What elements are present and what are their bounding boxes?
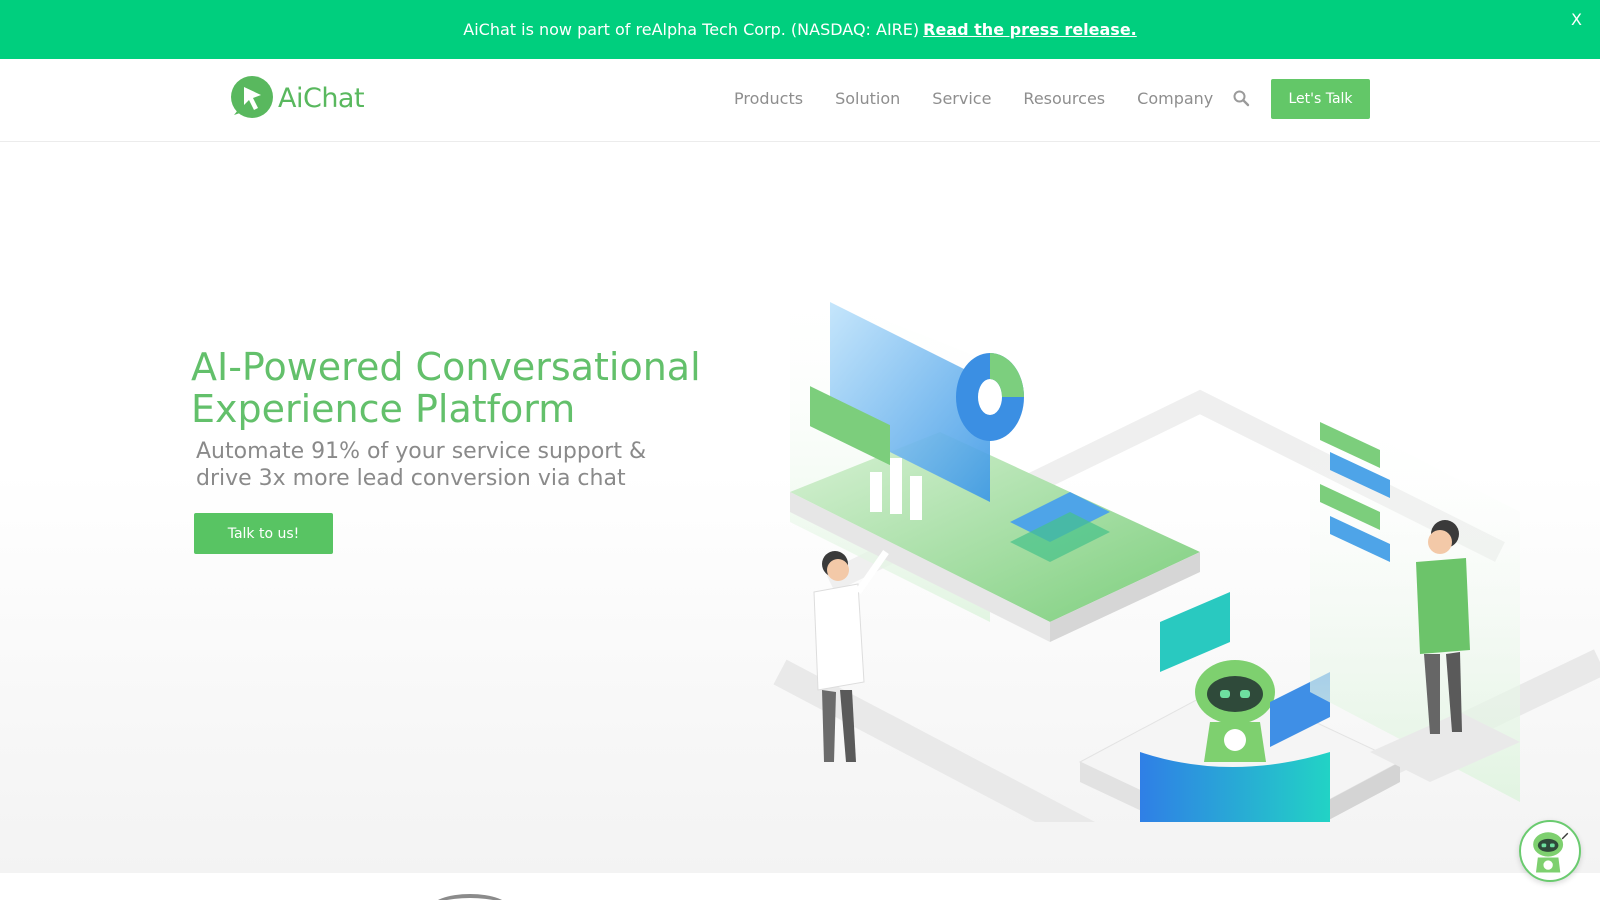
next-section [0,873,1600,900]
lets-talk-button[interactable]: Let's Talk [1271,79,1370,119]
hero-subtitle-line2: drive 3x more lead conversion via chat [196,466,626,491]
talk-to-us-button[interactable]: Talk to us! [194,513,333,554]
hero-title-line1: AI-Powered Conversational [191,345,701,389]
hero-title: AI-Powered Conversational Experience Pla… [191,346,751,430]
close-announcement-button[interactable]: X [1571,10,1582,29]
hero-subtitle-line1: Automate 91% of your service support & [196,439,647,464]
logo[interactable]: AiChat [228,75,365,121]
chatbot-launcher[interactable] [1519,820,1581,882]
decorative-arc [430,894,510,900]
logo-text: AiChat [278,82,365,114]
hero-section: AI-Powered Conversational Experience Pla… [0,142,1600,873]
site-header: AiChat Products Solution Service Resourc… [0,59,1600,142]
aichat-logo-icon [231,76,273,118]
nav-solution[interactable]: Solution [835,89,900,108]
main-nav: Products Solution Service Resources Comp… [734,89,1245,108]
nav-products[interactable]: Products [734,89,803,108]
robot-icon [1533,832,1569,873]
nav-resources[interactable]: Resources [1023,89,1105,108]
press-release-link[interactable]: Read the press release. [923,20,1137,39]
announcement-bar: AiChat is now part of reAlpha Tech Corp.… [0,0,1600,59]
nav-company[interactable]: Company [1137,89,1213,108]
search-icon[interactable] [1232,89,1250,107]
hero-illustration [773,282,1600,822]
announcement-message: AiChat is now part of reAlpha Tech Corp.… [463,20,920,39]
hero-title-line2: Experience Platform [191,387,576,431]
hero-subtitle: Automate 91% of your service support & d… [196,438,666,492]
nav-service[interactable]: Service [932,89,991,108]
